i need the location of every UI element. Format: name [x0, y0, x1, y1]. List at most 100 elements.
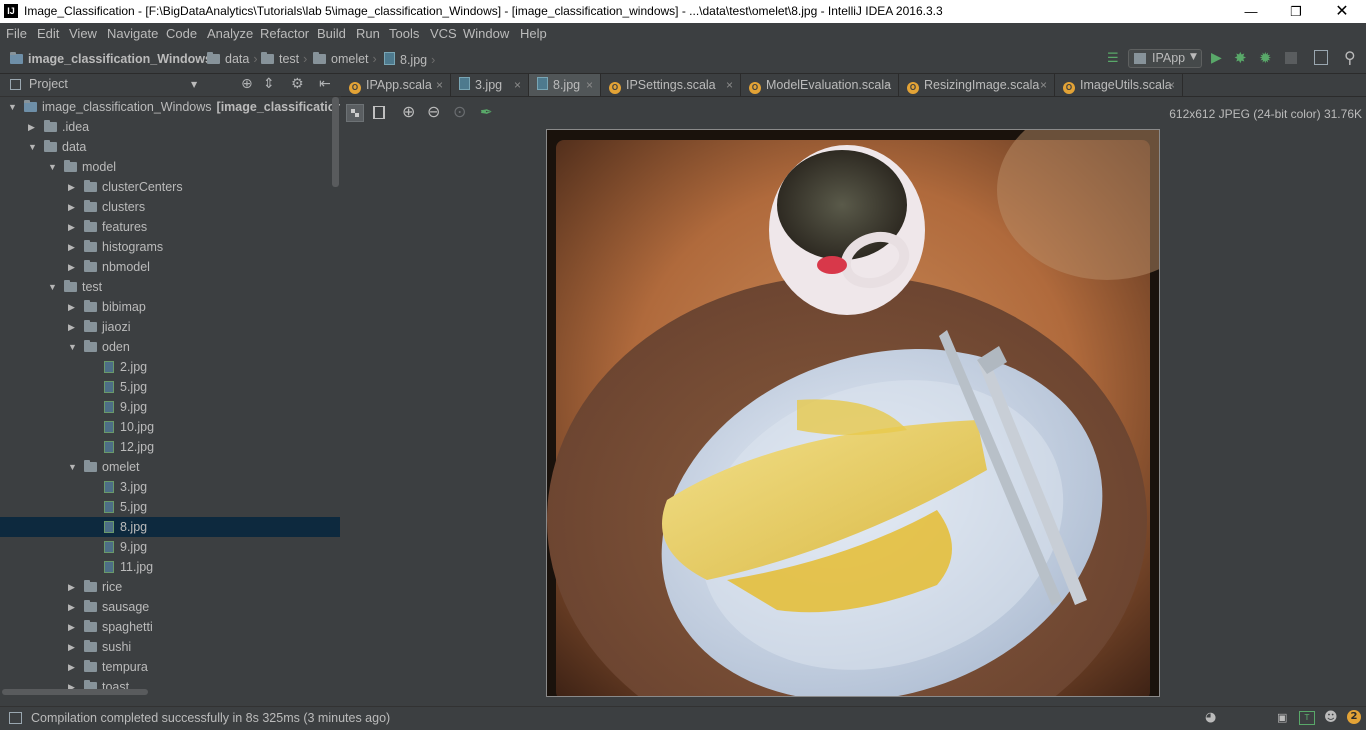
collapse-right-icon[interactable]: ▶: [68, 577, 75, 597]
collapse-right-icon[interactable]: ▶: [68, 657, 75, 677]
tree-folder-item[interactable]: ▶ sausage: [0, 597, 340, 617]
project-panel-title[interactable]: Project: [29, 77, 68, 91]
scroll-from-source-icon[interactable]: ⊕: [241, 76, 253, 92]
breadcrumb-omelet[interactable]: omelet ›: [313, 52, 383, 66]
close-tab-icon[interactable]: ×: [514, 74, 521, 96]
collapse-right-icon[interactable]: ▶: [68, 217, 75, 237]
tree-horizontal-scrollbar[interactable]: [2, 689, 148, 695]
expand-down-icon[interactable]: ▼: [68, 457, 77, 477]
tree-folder-item[interactable]: ▶ tempura: [0, 657, 340, 677]
chevron-down-icon[interactable]: ▼: [191, 80, 197, 89]
tree-folder-item[interactable]: ▼ model: [0, 157, 340, 177]
tree-folder-item[interactable]: ▼ test: [0, 277, 340, 297]
breadcrumb-data[interactable]: data ›: [207, 52, 264, 66]
tool-windows-icon[interactable]: [9, 712, 22, 724]
restore-button[interactable]: ❐: [1273, 0, 1319, 23]
menu-build[interactable]: Build: [317, 26, 346, 41]
run-icon[interactable]: ▶: [1211, 50, 1222, 66]
editor-tab[interactable]: O ImageUtils.scala ×: [1055, 74, 1183, 96]
close-tab-icon[interactable]: ×: [1040, 74, 1047, 96]
editor-tab[interactable]: O ResizingImage.scala ×: [899, 74, 1055, 96]
status-message[interactable]: Compilation completed successfully in 8s…: [31, 711, 390, 725]
menu-analyze[interactable]: Analyze: [207, 26, 253, 41]
editor-tab[interactable]: 8.jpg ×: [529, 74, 601, 96]
tree-folder-item[interactable]: ▼ omelet: [0, 457, 340, 477]
expand-down-icon[interactable]: ▼: [68, 337, 77, 357]
tree-file-item[interactable]: 5.jpg: [0, 377, 340, 397]
tree-folder-item[interactable]: ▶ bibimap: [0, 297, 340, 317]
zoom-in-icon[interactable]: ⊕: [402, 102, 415, 121]
menu-edit[interactable]: Edit: [37, 26, 59, 41]
breadcrumb-file[interactable]: 8.jpg ›: [384, 52, 441, 67]
collapse-right-icon[interactable]: ▶: [68, 177, 75, 197]
close-window-button[interactable]: ✕: [1319, 0, 1365, 23]
menu-navigate[interactable]: Navigate: [107, 26, 158, 41]
collapse-all-icon[interactable]: ⇕: [263, 76, 275, 92]
event-log-badge[interactable]: 2: [1347, 710, 1361, 724]
debug-icon[interactable]: ✸: [1234, 49, 1247, 67]
lock-icon[interactable]: ▣: [1277, 711, 1287, 724]
close-tab-icon[interactable]: ×: [884, 74, 891, 96]
search-everywhere-icon[interactable]: ⚲: [1344, 48, 1356, 67]
tree-file-item[interactable]: 11.jpg: [0, 557, 340, 577]
tree-folder-item[interactable]: ▶ clusters: [0, 197, 340, 217]
menu-code[interactable]: Code: [166, 26, 197, 41]
expand-down-icon[interactable]: ▼: [28, 137, 37, 157]
tree-folder-item[interactable]: ▶ features: [0, 217, 340, 237]
minimize-button[interactable]: —: [1228, 0, 1274, 23]
collapse-right-icon[interactable]: ▶: [68, 257, 75, 277]
hide-panel-icon[interactable]: ⇤: [319, 76, 331, 92]
grid-toggle-icon[interactable]: [373, 106, 385, 119]
expand-down-icon[interactable]: ▼: [48, 277, 57, 297]
run-config-select[interactable]: IPApp ▼: [1128, 49, 1202, 68]
menu-vcs[interactable]: VCS: [430, 26, 457, 41]
color-picker-icon[interactable]: ✒: [480, 103, 493, 121]
tree-folder-item[interactable]: ▶ .idea: [0, 117, 340, 137]
menu-window[interactable]: Window: [463, 26, 509, 41]
collapse-right-icon[interactable]: ▶: [68, 197, 75, 217]
tree-folder-item[interactable]: ▶ histograms: [0, 237, 340, 257]
menu-help[interactable]: Help: [520, 26, 547, 41]
menu-run[interactable]: Run: [356, 26, 380, 41]
gear-icon[interactable]: ⚙: [291, 76, 304, 92]
editor-tab[interactable]: O IPApp.scala ×: [341, 74, 451, 96]
project-structure-icon[interactable]: [1314, 50, 1328, 65]
tree-file-item[interactable]: 10.jpg: [0, 417, 340, 437]
breadcrumb-test[interactable]: test ›: [261, 52, 313, 66]
tree-folder-item[interactable]: ▶ jiaozi: [0, 317, 340, 337]
editor-tab[interactable]: O IPSettings.scala ×: [601, 74, 741, 96]
collapse-right-icon[interactable]: ▶: [68, 317, 75, 337]
collapse-right-icon[interactable]: ▶: [68, 237, 75, 257]
tree-file-item[interactable]: 3.jpg: [0, 477, 340, 497]
actual-size-icon[interactable]: ⊙: [453, 102, 466, 121]
make-project-icon[interactable]: ☰: [1107, 51, 1119, 66]
coverage-icon[interactable]: ✹: [1259, 49, 1272, 67]
zoom-out-icon[interactable]: ⊖: [427, 102, 440, 121]
close-tab-icon[interactable]: ×: [436, 74, 443, 96]
collapse-right-icon[interactable]: ▶: [28, 117, 35, 137]
menu-file[interactable]: File: [6, 26, 27, 41]
tree-vertical-scrollbar[interactable]: [332, 97, 339, 187]
tree-file-item[interactable]: 9.jpg: [0, 397, 340, 417]
menu-view[interactable]: View: [69, 26, 97, 41]
menu-refactor[interactable]: Refactor: [260, 26, 309, 41]
close-tab-icon[interactable]: ×: [586, 74, 593, 96]
tree-folder-item[interactable]: ▶ rice: [0, 577, 340, 597]
hector-icon[interactable]: ☻: [1324, 710, 1338, 725]
type-indicator-icon[interactable]: T: [1299, 711, 1315, 725]
editor-tab[interactable]: O ModelEvaluation.scala ×: [741, 74, 899, 96]
tree-folder-item[interactable]: ▼ image_classification_Windows [image_clas…: [0, 97, 340, 117]
tree-file-item[interactable]: 12.jpg: [0, 437, 340, 457]
tree-folder-item[interactable]: ▶ clusterCenters: [0, 177, 340, 197]
tree-folder-item[interactable]: ▶ spaghetti: [0, 617, 340, 637]
tree-folder-item[interactable]: ▼ oden: [0, 337, 340, 357]
expand-down-icon[interactable]: ▼: [8, 97, 17, 117]
memory-indicator-icon[interactable]: ◕: [1205, 710, 1216, 725]
close-tab-icon[interactable]: ×: [726, 74, 733, 96]
tree-file-item[interactable]: 8.jpg: [0, 517, 340, 537]
tree-folder-item[interactable]: ▶ sushi: [0, 637, 340, 657]
chessboard-toggle-icon[interactable]: [346, 104, 364, 122]
tree-folder-item[interactable]: ▼ data: [0, 137, 340, 157]
collapse-right-icon[interactable]: ▶: [68, 617, 75, 637]
menu-tools[interactable]: Tools: [389, 26, 419, 41]
